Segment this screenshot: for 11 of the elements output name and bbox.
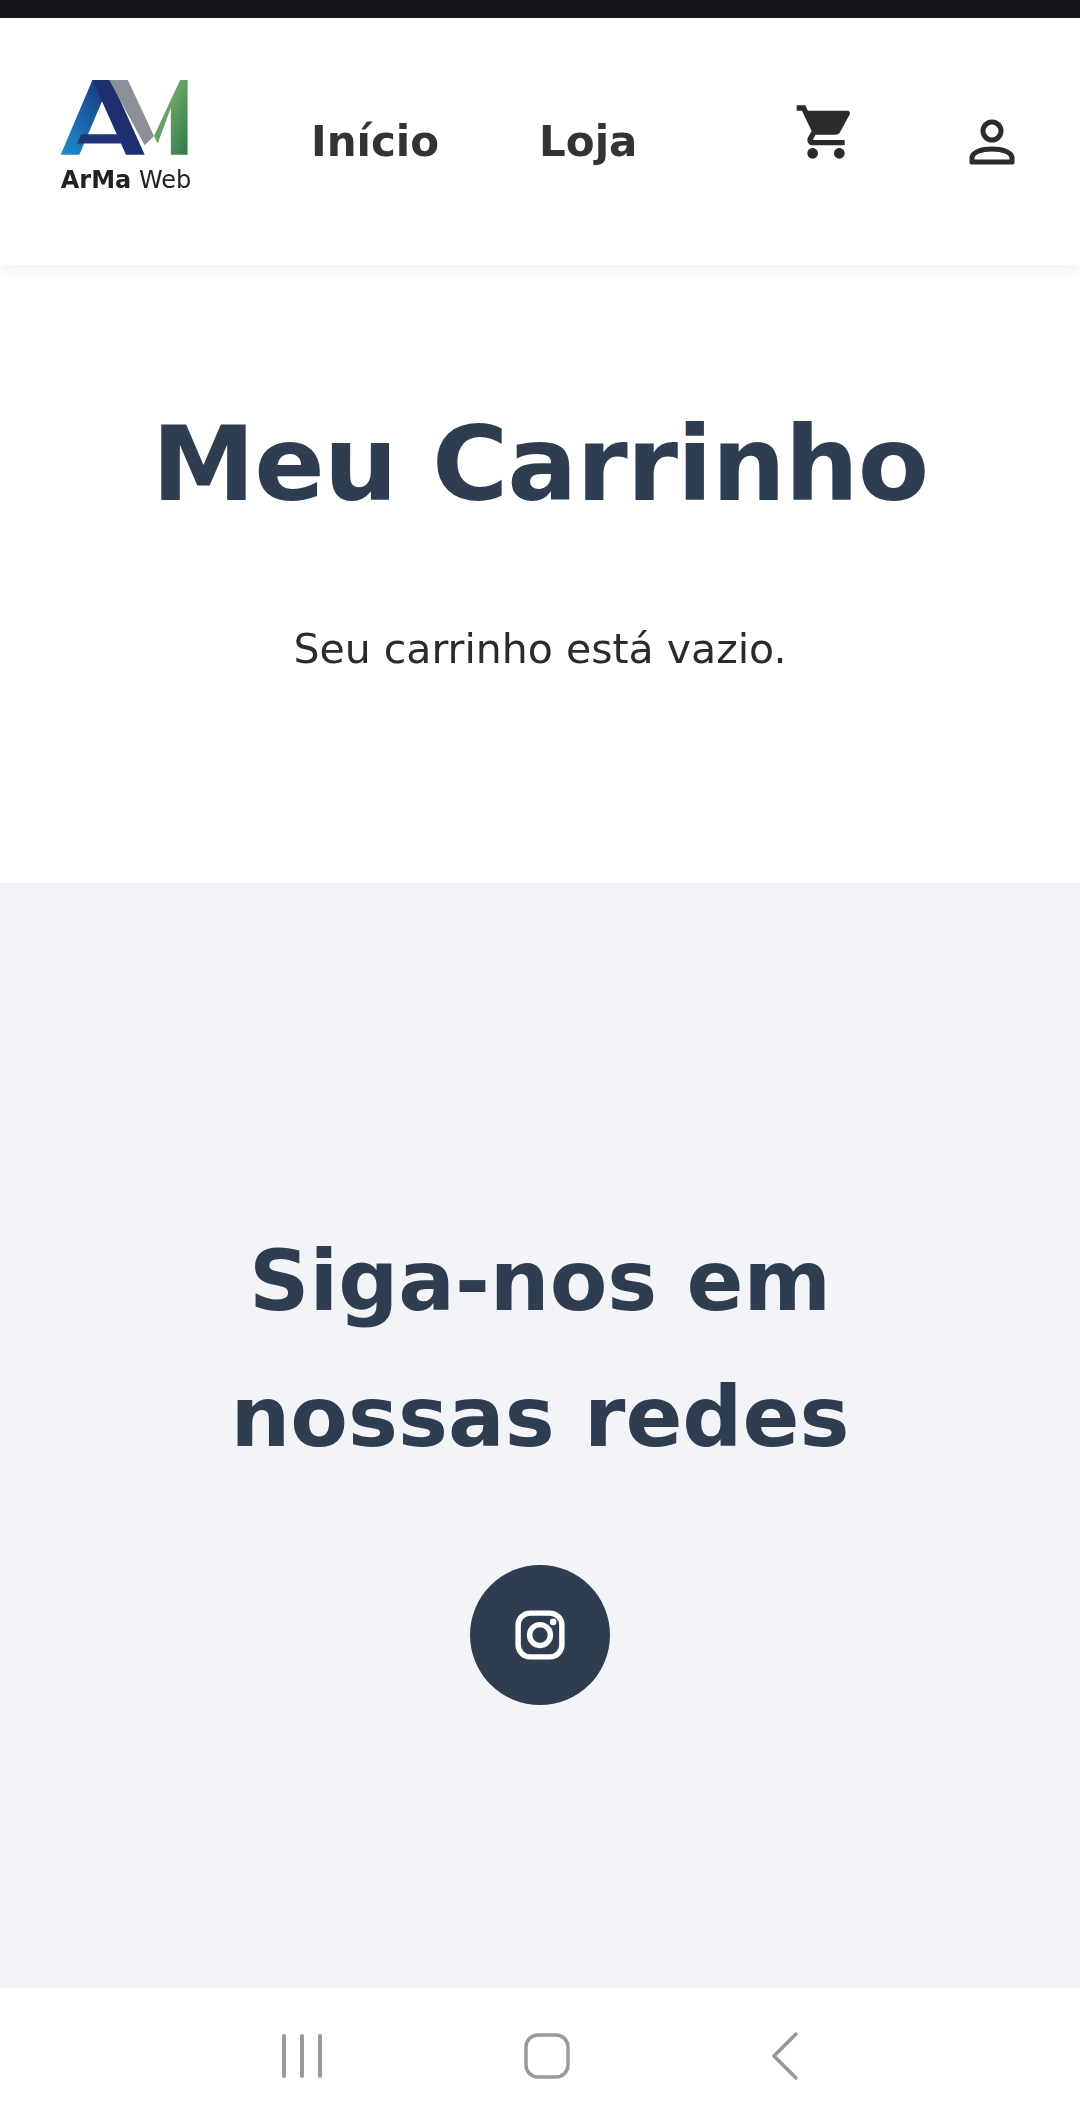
- logo-text: ArMa Web: [60, 165, 192, 194]
- user-icon[interactable]: [968, 117, 1016, 166]
- home-icon[interactable]: [524, 2032, 570, 2079]
- back-icon[interactable]: [771, 2031, 800, 2080]
- page-title: Meu Carrinho: [151, 403, 929, 525]
- empty-cart-message: Seu carrinho está vazio.: [293, 625, 787, 673]
- logo[interactable]: ArMa Web: [56, 79, 196, 194]
- nav-link[interactable]: Início: [311, 117, 440, 166]
- recent-apps-icon[interactable]: [280, 2033, 323, 2078]
- social-heading: Siga-nos em nossas redes: [229, 1231, 851, 1468]
- nav-link[interactable]: Loja: [539, 117, 638, 166]
